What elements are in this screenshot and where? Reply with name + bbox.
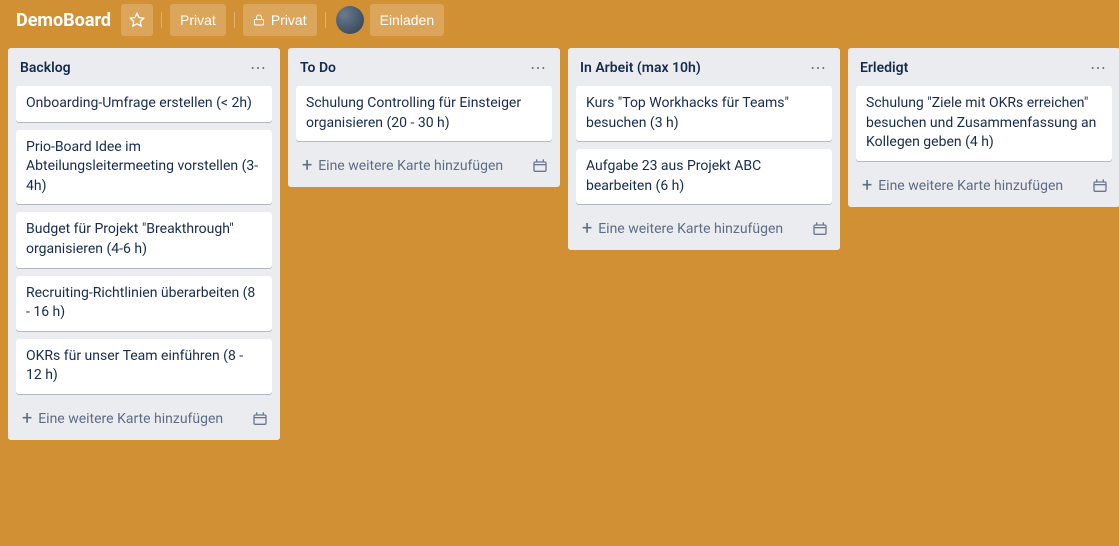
- add-card-button[interactable]: + Eine weitere Karte hinzufügen: [576, 216, 808, 242]
- card[interactable]: Onboarding-Umfrage erstellen (< 2h): [16, 86, 272, 122]
- ellipsis-icon: ⋯: [1090, 58, 1106, 77]
- card[interactable]: Recruiting-Richtlinien überarbeiten (8 -…: [16, 276, 272, 331]
- add-card-label: Eine weitere Karte hinzufügen: [598, 221, 783, 237]
- invite-button[interactable]: Einladen: [370, 4, 445, 36]
- list-menu-button[interactable]: ⋯: [1084, 58, 1112, 78]
- add-card-label: Eine weitere Karte hinzufügen: [38, 411, 223, 427]
- list-header: Erledigt ⋯: [848, 48, 1119, 82]
- add-card-button[interactable]: + Eine weitere Karte hinzufügen: [856, 173, 1088, 199]
- list-footer: + Eine weitere Karte hinzufügen: [568, 208, 840, 250]
- cards-container: Schulung Controlling für Einsteiger orga…: [288, 86, 560, 141]
- add-card-button[interactable]: + Eine weitere Karte hinzufügen: [296, 153, 528, 179]
- template-button[interactable]: [528, 154, 552, 178]
- list-title[interactable]: Backlog: [20, 60, 71, 76]
- plus-icon: +: [22, 410, 32, 428]
- card[interactable]: OKRs für unser Team einführen (8 - 12 h): [16, 339, 272, 394]
- list-menu-button[interactable]: ⋯: [244, 58, 272, 78]
- list-backlog: Backlog ⋯ Onboarding-Umfrage erstellen (…: [8, 48, 280, 440]
- ellipsis-icon: ⋯: [250, 58, 266, 77]
- ellipsis-icon: ⋯: [530, 58, 546, 77]
- template-button[interactable]: [808, 217, 832, 241]
- visibility-label: Privat: [271, 12, 307, 28]
- card[interactable]: Budget für Projekt "Breakthrough" organi…: [16, 212, 272, 267]
- template-icon: [812, 221, 828, 237]
- plus-icon: +: [862, 177, 872, 195]
- add-card-label: Eine weitere Karte hinzufügen: [318, 158, 503, 174]
- visibility-button[interactable]: Privat: [243, 4, 317, 36]
- plus-icon: +: [302, 157, 312, 175]
- cards-container: Onboarding-Umfrage erstellen (< 2h) Prio…: [8, 86, 280, 394]
- star-button[interactable]: [121, 4, 153, 36]
- list-header: Backlog ⋯: [8, 48, 280, 82]
- template-button[interactable]: [1088, 174, 1112, 198]
- list-footer: + Eine weitere Karte hinzufügen: [8, 398, 280, 440]
- list-title[interactable]: In Arbeit (max 10h): [580, 60, 701, 76]
- template-button[interactable]: [248, 407, 272, 431]
- workspace-label: Privat: [180, 12, 216, 28]
- lock-icon: [253, 13, 265, 27]
- card[interactable]: Schulung Controlling für Einsteiger orga…: [296, 86, 552, 141]
- plus-icon: +: [582, 220, 592, 238]
- board-header: DemoBoard Privat Privat Einladen: [0, 0, 1119, 40]
- list-menu-button[interactable]: ⋯: [804, 58, 832, 78]
- card[interactable]: Kurs "Top Workhacks für Teams" besuchen …: [576, 86, 832, 141]
- card[interactable]: Schulung "Ziele mit OKRs erreichen" besu…: [856, 86, 1112, 161]
- card[interactable]: Aufgabe 23 aus Projekt ABC bearbeiten (6…: [576, 149, 832, 204]
- add-card-button[interactable]: + Eine weitere Karte hinzufügen: [16, 406, 248, 432]
- separator: [234, 12, 235, 28]
- list-footer: + Eine weitere Karte hinzufügen: [288, 145, 560, 187]
- list-title[interactable]: Erledigt: [860, 60, 908, 76]
- avatar[interactable]: [336, 6, 364, 34]
- card[interactable]: Prio-Board Idee im Abteilungsleitermeeti…: [16, 130, 272, 205]
- board-content: Backlog ⋯ Onboarding-Umfrage erstellen (…: [0, 40, 1119, 546]
- template-icon: [1092, 178, 1108, 194]
- star-icon: [129, 12, 145, 28]
- workspace-button[interactable]: Privat: [170, 4, 226, 36]
- add-card-label: Eine weitere Karte hinzufügen: [878, 178, 1063, 194]
- list-footer: + Eine weitere Karte hinzufügen: [848, 165, 1119, 207]
- separator: [325, 12, 326, 28]
- list-menu-button[interactable]: ⋯: [524, 58, 552, 78]
- list-erledigt: Erledigt ⋯ Schulung "Ziele mit OKRs erre…: [848, 48, 1119, 207]
- list-todo: To Do ⋯ Schulung Controlling für Einstei…: [288, 48, 560, 187]
- separator: [161, 12, 162, 28]
- cards-container: Kurs "Top Workhacks für Teams" besuchen …: [568, 86, 840, 204]
- invite-label: Einladen: [380, 12, 435, 28]
- board-title[interactable]: DemoBoard: [12, 10, 115, 31]
- list-header: In Arbeit (max 10h) ⋯: [568, 48, 840, 82]
- list-in-arbeit: In Arbeit (max 10h) ⋯ Kurs "Top Workhack…: [568, 48, 840, 250]
- ellipsis-icon: ⋯: [810, 58, 826, 77]
- list-header: To Do ⋯: [288, 48, 560, 82]
- list-title[interactable]: To Do: [300, 60, 336, 76]
- template-icon: [252, 411, 268, 427]
- cards-container: Schulung "Ziele mit OKRs erreichen" besu…: [848, 86, 1119, 161]
- template-icon: [532, 158, 548, 174]
